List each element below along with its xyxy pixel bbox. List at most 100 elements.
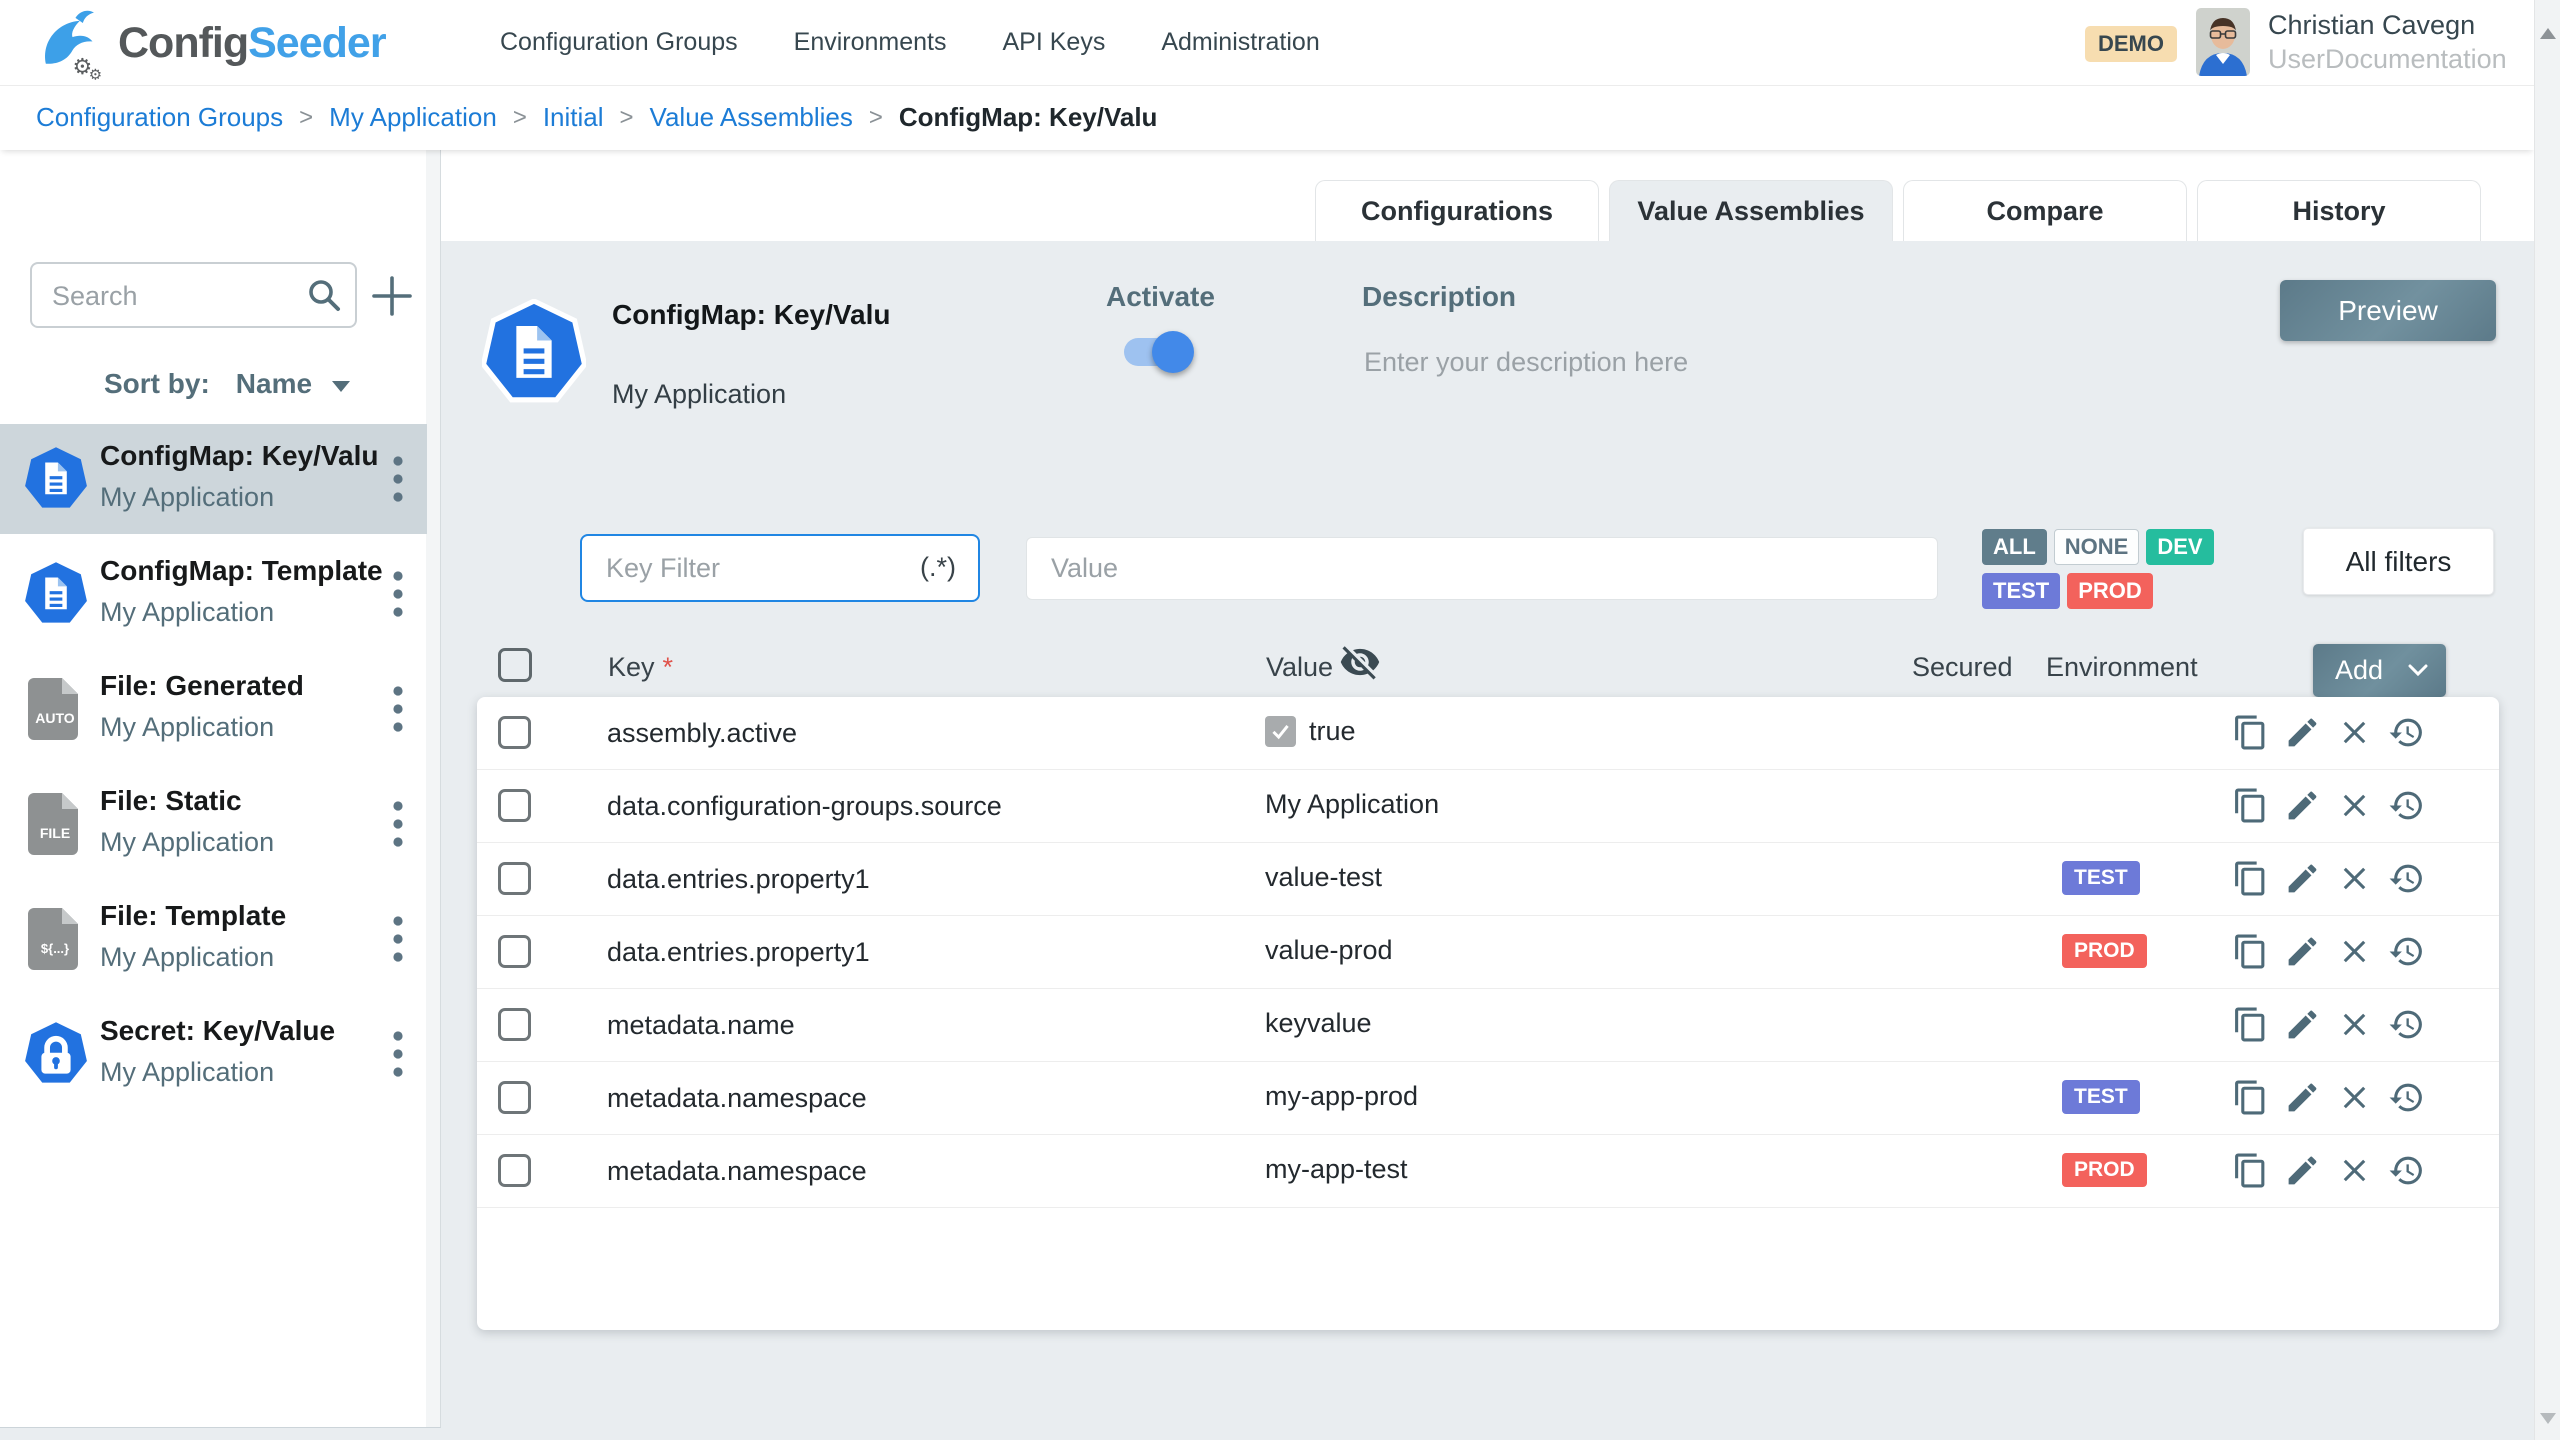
item-menu-kebab-icon[interactable] — [392, 914, 404, 966]
copy-icon[interactable] — [2232, 714, 2269, 751]
row-actions — [2232, 860, 2425, 897]
sidebar-item-configmap-key-valu[interactable]: ConfigMap: Key/ValuMy Application — [0, 424, 427, 534]
hide-values-icon[interactable] — [1339, 641, 1381, 683]
search-input[interactable] — [32, 264, 309, 328]
tab-history[interactable]: History — [2197, 180, 2481, 241]
delete-icon[interactable] — [2336, 787, 2373, 824]
column-header-value: Value — [1266, 652, 1333, 683]
sidebar-item-subtitle: My Application — [100, 712, 274, 743]
sidebar-item-file-generated[interactable]: AUTO File: GeneratedMy Application — [0, 654, 427, 764]
sort-control[interactable]: Sort by: Name — [104, 368, 350, 400]
add-value-button[interactable]: Add — [2313, 644, 2446, 697]
copy-icon[interactable] — [2232, 787, 2269, 824]
restore-icon[interactable] — [2388, 1006, 2425, 1043]
delete-icon[interactable] — [2336, 1152, 2373, 1189]
key-filter-input[interactable] — [582, 536, 888, 600]
row-checkbox[interactable] — [498, 1008, 531, 1041]
avatar[interactable] — [2196, 8, 2250, 76]
select-all-checkbox[interactable] — [498, 648, 532, 682]
delete-icon[interactable] — [2336, 860, 2373, 897]
sidebar-item-file-template[interactable]: ${...} File: TemplateMy Application — [0, 884, 427, 994]
breadcrumb-link-my-application[interactable]: My Application — [329, 102, 497, 133]
env-filter-badge-none[interactable]: NONE — [2054, 529, 2140, 565]
sidebar-item-file-static[interactable]: FILE File: StaticMy Application — [0, 769, 427, 879]
configmap-icon — [482, 299, 586, 407]
copy-icon[interactable] — [2232, 1152, 2269, 1189]
restore-icon[interactable] — [2388, 787, 2425, 824]
row-checkbox[interactable] — [498, 716, 531, 749]
sort-value[interactable]: Name — [236, 368, 312, 400]
restore-icon[interactable] — [2388, 1152, 2425, 1189]
nav-item-api-keys[interactable]: API Keys — [1003, 28, 1106, 57]
all-filters-button[interactable]: All filters — [2303, 528, 2494, 595]
env-filter-badge-all[interactable]: ALL — [1982, 529, 2047, 565]
brand[interactable]: ⚙ ⚙ ConfigSeeder — [34, 6, 386, 80]
nav-item-administration[interactable]: Administration — [1161, 28, 1319, 57]
environment-filter-badges: ALLNONEDEV TESTPROD — [1982, 529, 2292, 609]
description-input[interactable] — [1362, 341, 1926, 383]
edit-icon[interactable] — [2284, 714, 2321, 751]
env-filter-badge-test[interactable]: TEST — [1982, 573, 2060, 609]
scroll-down-arrow-icon[interactable] — [2540, 1413, 2556, 1424]
toggle-thumb — [1152, 331, 1194, 373]
restore-icon[interactable] — [2388, 933, 2425, 970]
sidebar-scrollbar[interactable] — [426, 150, 440, 1427]
description-label: Description — [1362, 281, 1516, 313]
page-scrollbar[interactable] — [2534, 0, 2560, 1440]
row-checkbox[interactable] — [498, 1154, 531, 1187]
nav-item-configuration-groups[interactable]: Configuration Groups — [500, 28, 738, 57]
value-filter-input[interactable] — [1027, 538, 1913, 599]
tab-value-assemblies[interactable]: Value Assemblies — [1609, 180, 1893, 241]
item-menu-kebab-icon[interactable] — [392, 454, 404, 506]
edit-icon[interactable] — [2284, 860, 2321, 897]
edit-icon[interactable] — [2284, 1152, 2321, 1189]
sidebar-item-subtitle: My Application — [100, 597, 274, 628]
copy-icon[interactable] — [2232, 933, 2269, 970]
sidebar-item-secret-key-value[interactable]: Secret: Key/ValueMy Application — [0, 999, 427, 1109]
search-icon[interactable] — [305, 276, 343, 314]
restore-icon[interactable] — [2388, 1079, 2425, 1116]
add-button-label: Add — [2335, 655, 2383, 686]
edit-icon[interactable] — [2284, 1079, 2321, 1116]
search-box — [30, 262, 357, 328]
edit-icon[interactable] — [2284, 933, 2321, 970]
copy-icon[interactable] — [2232, 1079, 2269, 1116]
sidebar-item-configmap-template[interactable]: ConfigMap: TemplateMy Application — [0, 539, 427, 649]
tab-configurations[interactable]: Configurations — [1315, 180, 1599, 241]
item-menu-kebab-icon[interactable] — [392, 799, 404, 851]
row-checkbox[interactable] — [498, 1081, 531, 1114]
delete-icon[interactable] — [2336, 714, 2373, 751]
add-configuration-icon[interactable] — [366, 270, 418, 322]
copy-icon[interactable] — [2232, 860, 2269, 897]
row-key: metadata.namespace — [607, 1083, 867, 1114]
breadcrumb-link-configuration-groups[interactable]: Configuration Groups — [36, 102, 283, 133]
item-menu-kebab-icon[interactable] — [392, 684, 404, 736]
env-filter-badge-dev[interactable]: DEV — [2146, 529, 2213, 565]
preview-button[interactable]: Preview — [2280, 280, 2496, 341]
nav-item-environments[interactable]: Environments — [794, 28, 947, 57]
user-name[interactable]: Christian Cavegn — [2268, 10, 2475, 41]
breadcrumb-link-value-assemblies[interactable]: Value Assemblies — [650, 102, 853, 133]
restore-icon[interactable] — [2388, 714, 2425, 751]
item-menu-kebab-icon[interactable] — [392, 1029, 404, 1081]
restore-icon[interactable] — [2388, 860, 2425, 897]
delete-icon[interactable] — [2336, 1006, 2373, 1043]
sidebar-item-title: File: Template — [100, 900, 286, 932]
scroll-up-arrow-icon[interactable] — [2540, 28, 2556, 39]
delete-icon[interactable] — [2336, 933, 2373, 970]
tab-compare[interactable]: Compare — [1903, 180, 2187, 241]
row-checkbox[interactable] — [498, 789, 531, 822]
item-menu-kebab-icon[interactable] — [392, 569, 404, 621]
copy-icon[interactable] — [2232, 1006, 2269, 1043]
table-row: data.entries.property1value-prodPROD — [477, 916, 2499, 989]
breadcrumb-link-initial[interactable]: Initial — [543, 102, 604, 133]
edit-icon[interactable] — [2284, 1006, 2321, 1043]
env-filter-badge-prod[interactable]: PROD — [2067, 573, 2153, 609]
delete-icon[interactable] — [2336, 1079, 2373, 1116]
row-checkbox[interactable] — [498, 862, 531, 895]
activate-toggle[interactable] — [1124, 329, 1196, 377]
detail-subtitle: My Application — [612, 379, 786, 410]
edit-icon[interactable] — [2284, 787, 2321, 824]
sidebar-item-subtitle: My Application — [100, 942, 274, 973]
row-checkbox[interactable] — [498, 935, 531, 968]
